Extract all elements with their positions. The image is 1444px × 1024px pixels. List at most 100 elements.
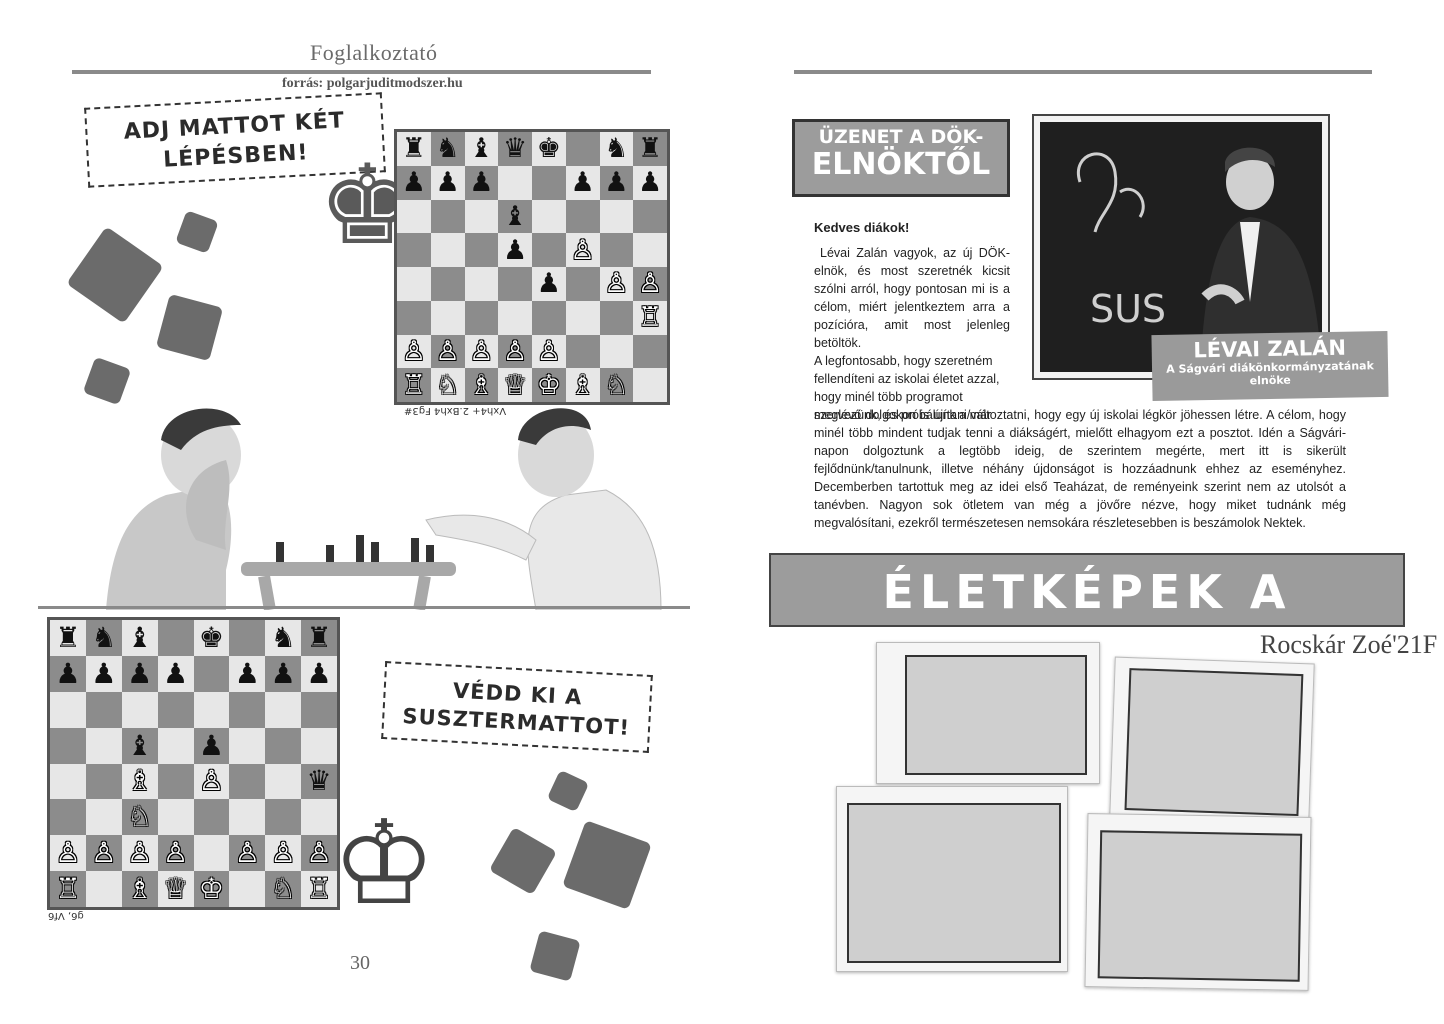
black-queen-icon: ♛	[503, 133, 528, 165]
board-square: ♔	[193, 871, 230, 907]
board-square	[430, 233, 465, 267]
white-king-icon: ♔	[198, 872, 224, 906]
black-bishop-icon: ♝	[503, 200, 528, 232]
chess-players-illustration	[106, 408, 662, 610]
header-rule-right	[794, 70, 1372, 74]
black-pawn-icon: ♟	[306, 656, 332, 690]
white-knight-icon: ♘	[270, 872, 296, 906]
board-square	[85, 799, 122, 836]
board-square	[85, 763, 122, 800]
board-square: ♜	[397, 132, 431, 166]
black-bishop-icon: ♝	[127, 728, 153, 762]
black-knight-icon: ♞	[435, 133, 460, 165]
black-pawn-icon: ♟	[270, 656, 296, 690]
dok-title-line2: ELNÖKTŐL	[811, 147, 991, 182]
board-square: ♟	[229, 655, 266, 692]
white-pawn-icon: ♙	[638, 268, 663, 300]
black-queen-icon: ♛	[306, 764, 332, 798]
board-square	[50, 799, 86, 836]
decor-diamond	[82, 356, 132, 406]
chalk-text: SUS	[1090, 287, 1166, 331]
board-square	[633, 334, 667, 369]
board-square	[265, 727, 302, 764]
white-pawn-icon: ♙	[127, 836, 153, 870]
board-square	[464, 233, 499, 267]
board-square	[301, 691, 337, 728]
black-knight-icon: ♞	[91, 620, 117, 654]
board-square	[633, 199, 667, 234]
board-square	[532, 300, 566, 335]
board-square	[397, 300, 431, 335]
board-square: ♔	[532, 368, 566, 402]
board-square: ♝	[498, 199, 532, 234]
white-pawn-icon: ♙	[401, 335, 426, 367]
board-square	[193, 799, 230, 836]
chess-piece-silhouette	[356, 535, 364, 562]
board-square	[430, 199, 465, 234]
board-square	[633, 233, 667, 267]
board-square	[265, 799, 302, 836]
white-pawn-icon: ♙	[234, 836, 260, 870]
board-square: ♟	[532, 267, 566, 301]
black-king-icon: ♚	[536, 133, 561, 165]
decor-diamond	[488, 826, 558, 896]
black-pawn-icon: ♟	[55, 656, 81, 690]
board-square	[532, 233, 566, 267]
greeting: Kedves diákok!	[814, 220, 910, 235]
white-rook-icon: ♖	[638, 302, 663, 334]
board-square: ♞	[265, 620, 302, 656]
board-square	[599, 334, 634, 369]
board-square: ♖	[633, 300, 667, 335]
board-square	[498, 300, 532, 335]
board-square	[498, 165, 532, 200]
board-square: ♙	[498, 334, 532, 369]
chess-piece-silhouette	[426, 545, 434, 562]
chess-piece-silhouette	[371, 542, 379, 562]
board-square: ♙	[565, 233, 600, 267]
board-square: ♗	[565, 368, 600, 402]
decor-diamond	[155, 293, 224, 362]
board-square	[464, 300, 499, 335]
board-square	[430, 300, 465, 335]
board-square: ♞	[85, 620, 122, 656]
board-square: ♝	[464, 132, 499, 166]
board-square: ♕	[157, 871, 194, 907]
white-pawn-icon: ♙	[570, 234, 595, 266]
white-knight-icon: ♘	[127, 800, 153, 834]
black-pawn-icon: ♟	[163, 656, 189, 690]
board-square: ♟	[464, 165, 499, 200]
board-square	[599, 300, 634, 335]
board-square: ♙	[157, 835, 194, 872]
puzzle2-solution: g6, Vf6	[48, 910, 84, 921]
black-bishop-icon: ♝	[127, 620, 153, 654]
board-square: ♟	[265, 655, 302, 692]
black-rook-icon: ♜	[401, 133, 426, 165]
board-square	[50, 727, 86, 764]
black-rook-icon: ♜	[638, 133, 663, 165]
chess-piece-silhouette	[411, 538, 419, 562]
board-square	[565, 267, 600, 301]
board-square	[193, 655, 230, 692]
white-queen-icon: ♕	[163, 872, 189, 906]
white-pawn-icon: ♙	[469, 335, 494, 367]
board-square: ♖	[50, 871, 86, 907]
board-square: ♟	[85, 655, 122, 692]
president-role: A Ságvári diákönkormányzatának elnöke	[1166, 359, 1374, 388]
black-pawn-icon: ♟	[570, 167, 595, 199]
board-square: ♙	[464, 334, 499, 369]
board-square: ♗	[121, 871, 158, 907]
black-pawn-icon: ♟	[435, 167, 460, 199]
board-square: ♜	[50, 620, 86, 656]
black-pawn-icon: ♟	[604, 167, 629, 199]
board-square	[397, 233, 431, 267]
board-square: ♙	[85, 835, 122, 872]
white-pawn-icon: ♙	[91, 836, 117, 870]
board-square	[498, 267, 532, 301]
board-square: ♙	[50, 835, 86, 872]
page-divider	[38, 606, 690, 609]
board-square	[50, 763, 86, 800]
board-square	[157, 763, 194, 800]
board-square: ♞	[430, 132, 465, 166]
black-pawn-icon: ♟	[234, 656, 260, 690]
board-square: ♕	[498, 368, 532, 402]
